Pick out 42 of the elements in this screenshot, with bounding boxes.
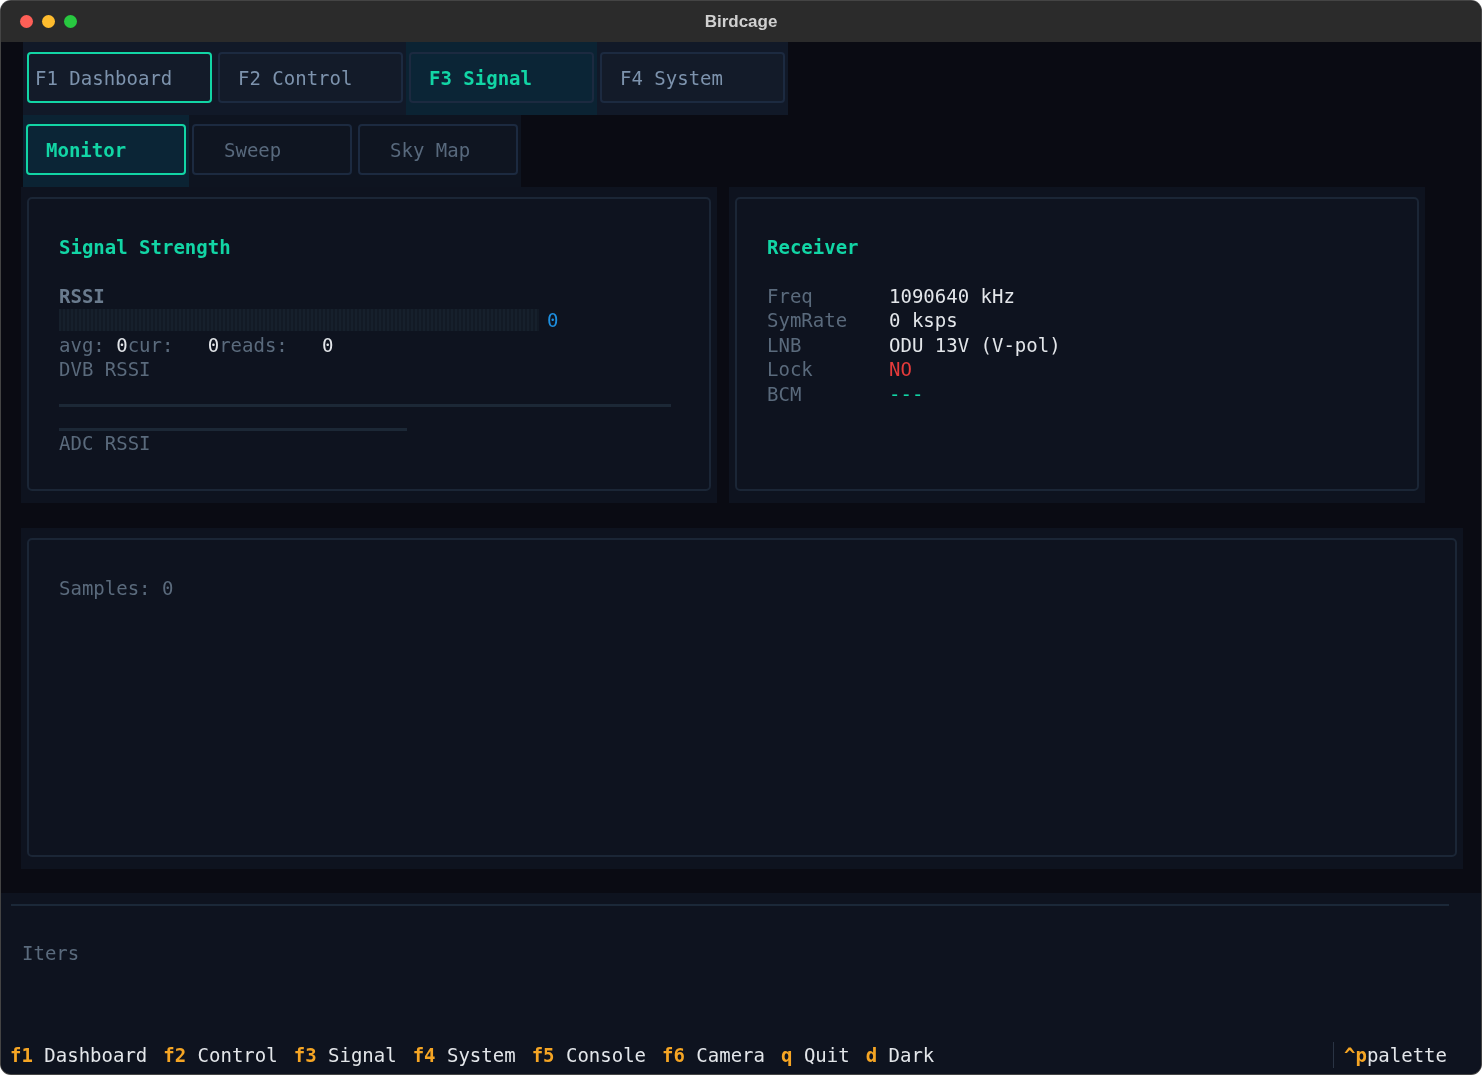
tab[interactable]: F1 Dashboard — [27, 52, 212, 103]
tab[interactable]: F2 Control — [218, 52, 403, 103]
stat-value: 0 — [321, 332, 334, 357]
panel-title: Signal Strength — [59, 235, 232, 260]
panel-title: Receiver — [767, 235, 860, 260]
key-binding[interactable]: f3 Signal — [293, 1042, 397, 1068]
field-value: ODU 13V (V-pol) — [889, 332, 1061, 357]
rssi-value: 0 — [547, 308, 559, 333]
tab[interactable]: F4 System — [600, 52, 785, 103]
field-value: NO — [889, 357, 912, 382]
field-label: SymRate — [767, 308, 849, 333]
field-value: 0 ksps — [889, 308, 958, 333]
stat-label: cur: — [127, 332, 174, 357]
field-value: 1090640 kHz — [889, 283, 1015, 308]
palette-binding[interactable]: ^ppalette — [1333, 1042, 1447, 1068]
field-label: LNB — [767, 332, 803, 357]
key-binding[interactable]: f6 Camera — [662, 1042, 765, 1068]
field-label: Freq — [767, 283, 814, 308]
stat-value: 0 — [206, 332, 220, 357]
key-binding[interactable]: q Quit — [781, 1042, 850, 1068]
stat-label: avg: — [59, 332, 105, 357]
field-label: BCM — [767, 381, 803, 406]
iters-label: Iters — [22, 942, 81, 964]
key-binding[interactable]: f1 Dashboard — [10, 1042, 148, 1068]
subtab[interactable]: Monitor — [26, 124, 186, 175]
key-binding[interactable]: f5 Console — [531, 1042, 647, 1068]
rssi-label: RSSI — [59, 283, 106, 308]
dvb-rssi-label: DVB RSSI — [59, 357, 152, 382]
key-binding[interactable]: f2 Control — [163, 1042, 278, 1068]
adc-rssi-label: ADC RSSI — [59, 430, 152, 455]
field-label: Lock — [767, 357, 814, 382]
minimize-icon[interactable] — [42, 15, 55, 28]
close-icon[interactable] — [20, 15, 33, 28]
field-value: --- — [889, 381, 924, 406]
key-binding[interactable]: f4 System — [412, 1042, 516, 1068]
window-title: Birdcage — [704, 11, 778, 32]
tab[interactable]: F3 Signal — [409, 52, 594, 103]
key-binding[interactable]: d Dark — [865, 1042, 935, 1068]
samples-count: Samples: 0 — [59, 577, 174, 599]
stat-label: reads: — [219, 332, 288, 357]
stat-value: 0 — [115, 332, 128, 357]
zoom-icon[interactable] — [64, 15, 77, 28]
